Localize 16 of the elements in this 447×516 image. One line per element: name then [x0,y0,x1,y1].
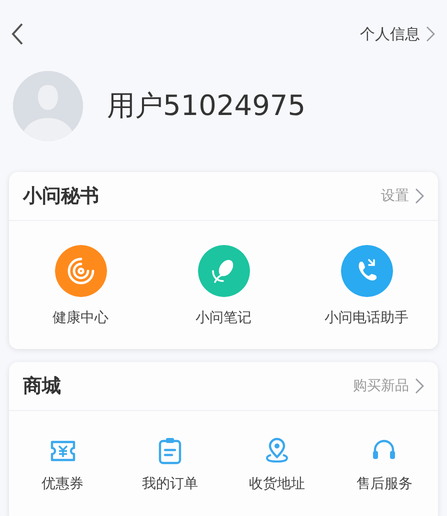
profile-link[interactable]: 个人信息 [360,24,435,44]
section-title: 商城 [23,374,61,399]
shortcut-item[interactable]: 售后服务 [330,437,438,493]
user-name: 用户51024975 [107,88,306,124]
shortcut-item[interactable]: 健康中心 [9,245,152,327]
section-title: 小问秘书 [23,184,99,209]
chevron-right-icon [426,26,435,42]
back-button[interactable] [10,22,24,46]
shortcut-item[interactable]: 优惠券 [9,437,116,493]
shortcut-item[interactable]: 小问电话助手 [295,245,438,327]
shortcut-item[interactable]: 我的订单 [116,437,224,493]
chevron-right-icon [415,378,424,394]
clipboard-icon [158,437,182,465]
chevron-right-icon [415,188,424,204]
shortcut-item[interactable]: 小问笔记 [152,245,295,327]
shortcut-item[interactable]: 收货地址 [224,437,331,493]
